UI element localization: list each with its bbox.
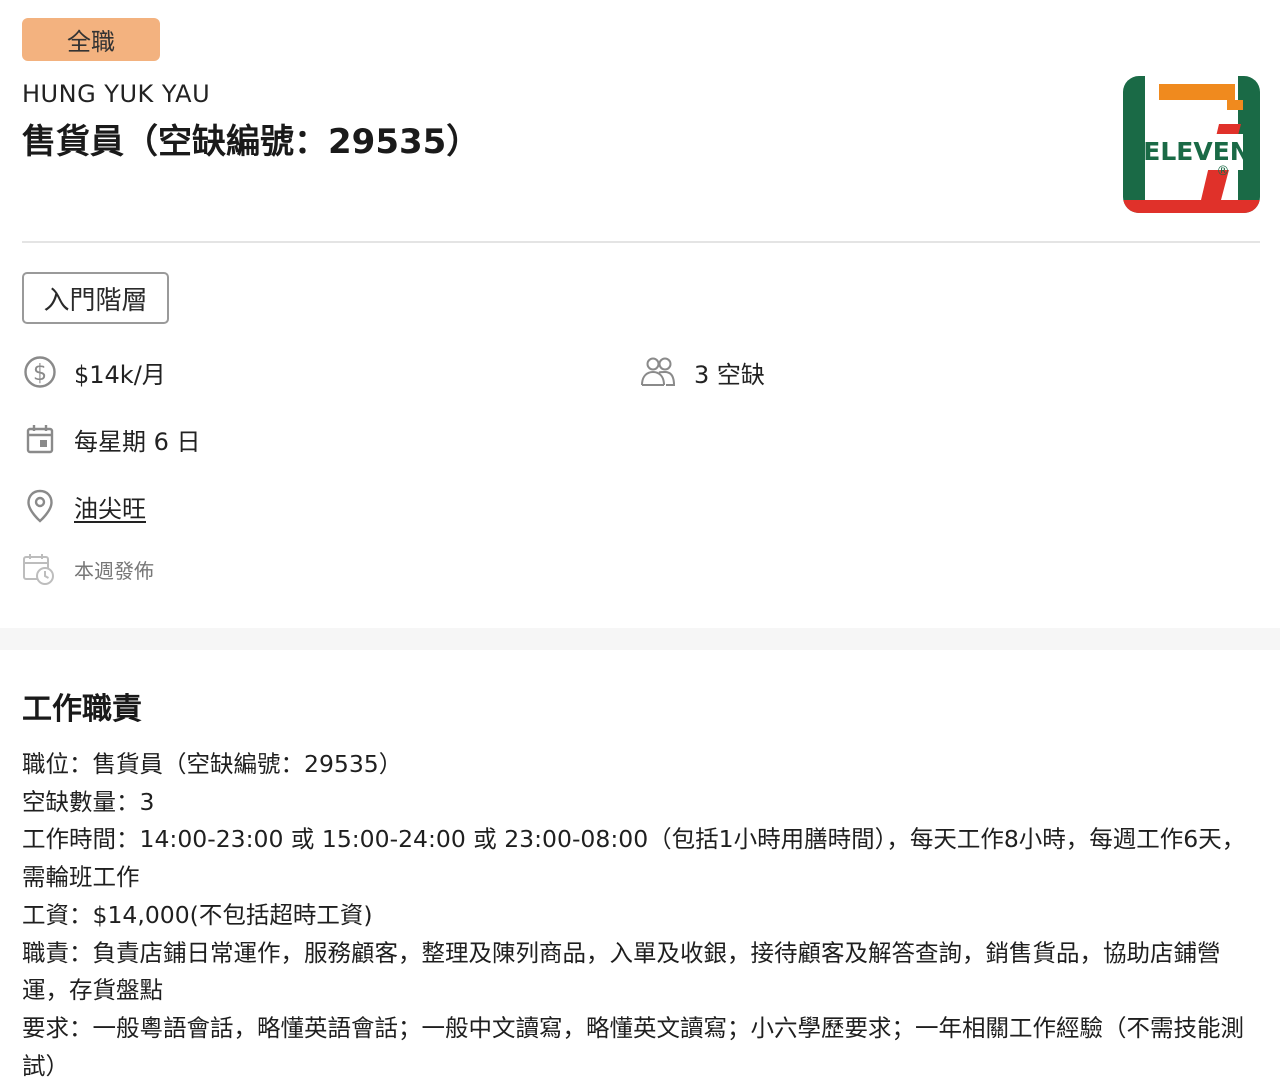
company-logo[interactable]: ELEVEN ® (1123, 76, 1260, 213)
description-line: 職位：售貨員（空缺編號：29535） (22, 750, 403, 778)
calendar-icon (22, 421, 58, 457)
career-level-tag: 入門階層 (22, 272, 169, 324)
job-description: 職位：售貨員（空缺編號：29535） 空缺數量：3 工作時間：14:00-23:… (22, 746, 1262, 1085)
location-row: 油尖旺 (22, 488, 146, 524)
company-name[interactable]: HUNG YUK YAU (22, 80, 210, 108)
svg-text:$: $ (33, 361, 47, 386)
seven-eleven-logo-icon: ELEVEN ® (1123, 76, 1260, 213)
schedule-text: 每星期 6 日 (74, 427, 201, 456)
posted-text: 本週發佈 (74, 558, 154, 583)
description-line: 空缺數量：3 (22, 787, 155, 816)
location-link[interactable]: 油尖旺 (74, 489, 146, 524)
section-title: 工作職責 (22, 692, 142, 727)
section-separator (0, 628, 1280, 650)
registered-mark: ® (1217, 164, 1230, 179)
description-line: 職責：負責店鋪日常運作，服務顧客，整理及陳列商品，入單及收銀，接待顧客及解答查詢… (22, 938, 1221, 1005)
description-line: 要求：一般粵語會話，略懂英語會話；一般中文讀寫，略懂英文讀寫；小六學歷要求；一年… (22, 1013, 1244, 1080)
description-line: 工作時間：14:00-23:00 或 15:00-24:00 或 23:00-0… (22, 825, 1246, 892)
posted-row: 本週發佈 (20, 551, 154, 587)
schedule-row: 每星期 6 日 (22, 421, 201, 457)
header-divider (22, 241, 1260, 243)
vacancies-text: 3 空缺 (694, 360, 765, 389)
location-pin-icon (22, 488, 58, 524)
calendar-clock-icon (20, 551, 56, 587)
salary-row: $ $14k/月 (22, 354, 166, 390)
employment-type-badge: 全職 (22, 18, 160, 61)
people-icon (640, 354, 676, 390)
dollar-icon: $ (22, 354, 58, 390)
salary-text: $14k/月 (74, 360, 166, 389)
description-line: 工資：$14,000(不包括超時工資) (22, 900, 373, 929)
job-title: 售貨員（空缺編號：29535） (22, 122, 481, 162)
vacancies-row: 3 空缺 (640, 354, 765, 390)
logo-wordmark: ELEVEN (1143, 137, 1250, 166)
